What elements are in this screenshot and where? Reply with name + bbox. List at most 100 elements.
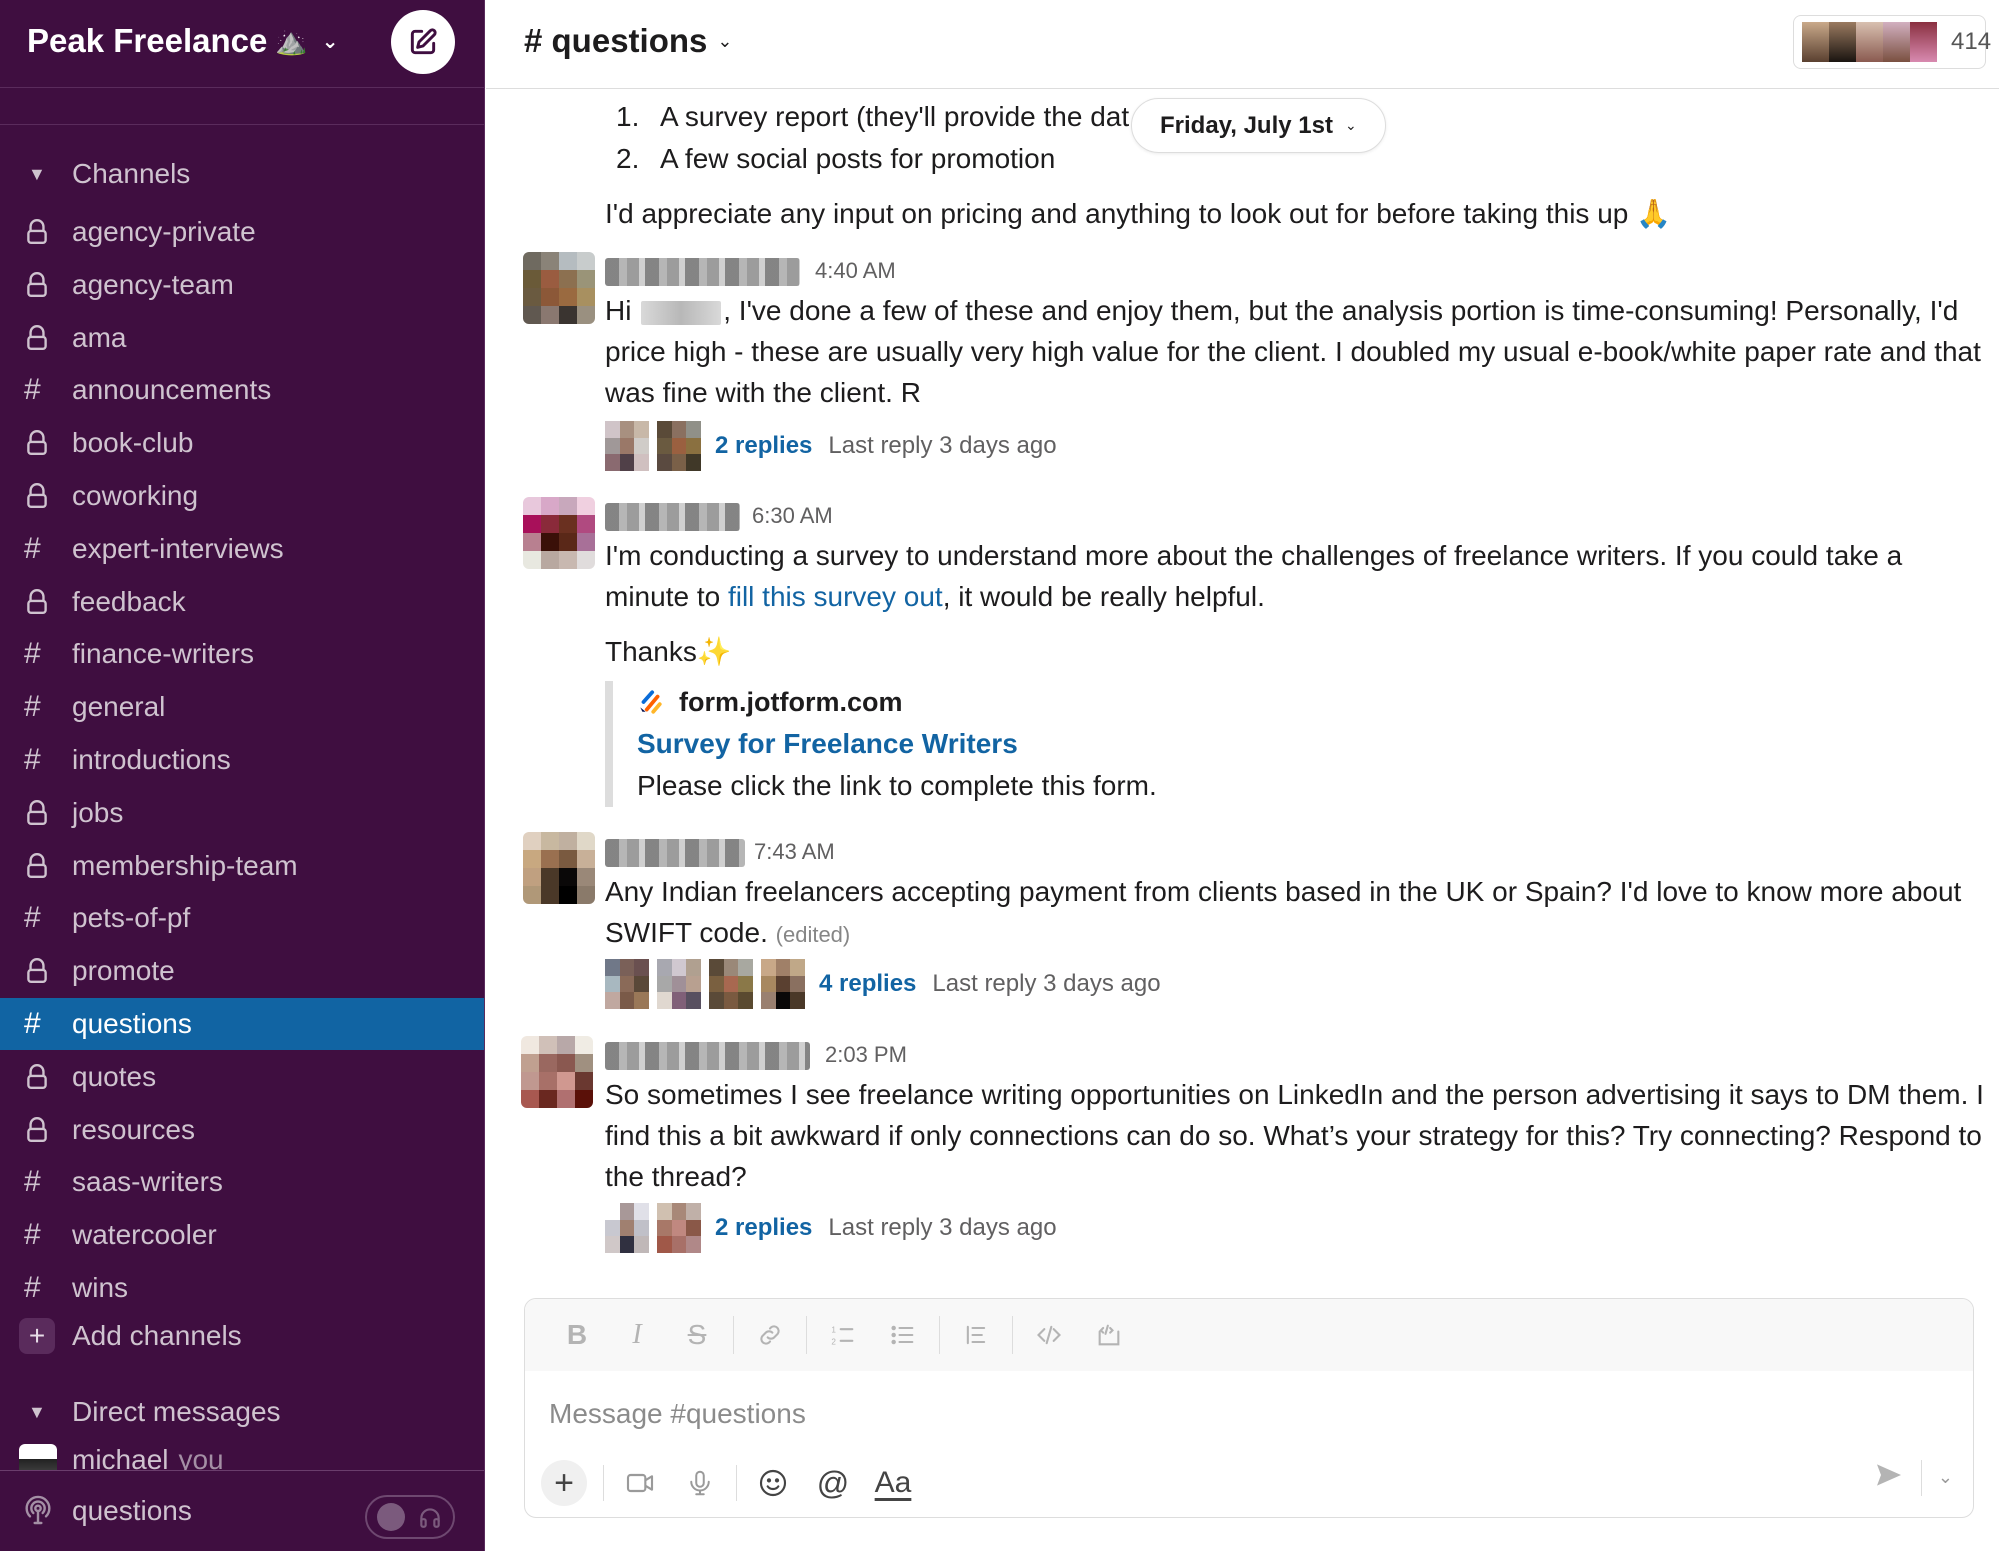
replies-link[interactable]: 2 replies [715,1214,812,1242]
dm-heading: Direct messages [72,1396,281,1427]
channel-title-button[interactable]: # questions ⌄ [524,22,732,60]
sidebar-item-pets-of-pf[interactable]: # pets-of-pf [0,892,484,944]
sidebar-item-quotes[interactable]: quotes [0,1051,484,1103]
italic-icon[interactable]: I [607,1310,667,1360]
message-author[interactable] [605,1042,810,1070]
formatting-toggle-button[interactable]: Aa [863,1458,923,1508]
sidebar-item-label: book-club [72,427,194,459]
date-divider-button[interactable]: Friday, July 1st ⌄ [1131,98,1386,153]
code-block-icon[interactable] [1079,1310,1139,1360]
sidebar-item-label: feedback [72,585,186,617]
replies-link[interactable]: 2 replies [715,432,812,460]
huddle-broadcast-icon [0,1495,72,1527]
toolbar-divider [736,1465,737,1501]
lock-icon [0,852,72,880]
sidebar-item-agency-team[interactable]: agency-team [0,259,484,311]
thread-summary[interactable]: 2 replies Last reply 3 days ago [605,1203,1057,1253]
huddle-channel-name: questions [72,1495,192,1526]
sidebar-item-general[interactable]: # general [0,681,484,733]
message-author[interactable] [605,258,800,286]
dm-name: michael [72,1444,169,1472]
sidebar-item-label: resources [72,1113,195,1145]
thread-summary[interactable]: 4 replies Last reply 3 days ago [605,959,1161,1009]
sidebar-item-coworking[interactable]: coworking [0,470,484,522]
chevron-down-icon: ⌄ [321,30,339,53]
message-text: Hi , I've done a few of these and enjoy … [605,295,1981,408]
sidebar-item-agency-private[interactable]: agency-private [0,206,484,258]
sidebar-item-label: jobs [72,796,124,828]
link-icon[interactable] [740,1310,800,1360]
sidebar-item-resources[interactable]: resources [0,1104,484,1156]
avatar[interactable] [521,1036,593,1108]
blockquote-icon[interactable] [946,1310,1006,1360]
sidebar-item-jobs[interactable]: jobs [0,787,484,839]
message-timestamp[interactable]: 4:40 AM [815,258,896,284]
sidebar-item-watercooler[interactable]: # watercooler [0,1209,484,1261]
emoji-icon[interactable] [743,1458,803,1508]
mention-icon[interactable]: @ [803,1458,863,1508]
workspace-switcher[interactable]: Peak Freelance ⛰️ ⌄ [27,22,338,60]
thread-summary[interactable]: 2 replies Last reply 3 days ago [605,421,1057,471]
sidebar-item-ama[interactable]: ama [0,312,484,364]
bulleted-list-icon[interactable] [873,1310,933,1360]
message-input[interactable] [549,1392,1949,1436]
sidebar-item-label: wins [72,1272,129,1303]
strikethrough-icon[interactable]: S [667,1310,727,1360]
huddle-toggle[interactable] [365,1495,455,1539]
avatar[interactable] [523,252,595,324]
reply-avatar [605,1203,649,1253]
send-button[interactable] [1873,1459,1905,1496]
message-timestamp[interactable]: 2:03 PM [825,1042,907,1068]
sidebar-item-finance-writers[interactable]: # finance-writers [0,628,484,680]
hash-icon: # [24,1165,41,1199]
date-label: Friday, July 1st [1160,111,1333,139]
sidebar-item-expert-interviews[interactable]: # expert-interviews [0,523,484,575]
message-author[interactable] [605,839,745,867]
avatar [19,1444,57,1472]
message-timestamp[interactable]: 6:30 AM [752,503,833,529]
message-text: I'm conducting a survey to understand mo… [605,540,1903,612]
sidebar-item-wins[interactable]: # wins [0,1262,484,1314]
message-author[interactable] [605,503,740,531]
sidebar-item-feedback[interactable]: feedback [0,576,484,628]
compose-button[interactable] [391,10,455,74]
message-timestamp[interactable]: 7:43 AM [754,839,835,865]
lock-icon [0,1063,72,1091]
sidebar-item-questions[interactable]: # questions [0,998,484,1050]
members-button[interactable]: 414 [1793,15,1991,69]
avatar[interactable] [523,497,595,569]
sidebar-item-membership-team[interactable]: membership-team [0,840,484,892]
sidebar-item-introductions[interactable]: # introductions [0,734,484,786]
dm-item-self[interactable]: michael you [0,1444,484,1472]
code-icon[interactable] [1019,1310,1079,1360]
survey-link[interactable]: fill this survey out [728,581,943,612]
channel-title: # questions [524,22,708,59]
ordered-list-icon[interactable]: 12 [813,1310,873,1360]
plus-icon: + [19,1318,55,1354]
send-options-chevron-icon[interactable]: ⌄ [1938,1467,1953,1488]
hash-icon: # [24,690,41,724]
sidebar-item-saas-writers[interactable]: # saas-writers [0,1156,484,1208]
lock-icon [0,429,72,457]
sidebar-item-announcements[interactable]: # announcements [0,364,484,416]
hash-icon: # [24,531,41,565]
video-clip-icon[interactable] [610,1458,670,1508]
message-list[interactable]: Friday, July 1st ⌄ 1. A survey report (th… [486,89,1999,1299]
composer-tools: + @ Aa [539,1456,923,1510]
attach-plus-button[interactable]: + [541,1460,587,1506]
preview-title-link[interactable]: Survey for Freelance Writers [637,723,1505,765]
last-reply: Last reply 3 days ago [828,1214,1057,1241]
sidebar-item-promote[interactable]: promote [0,945,484,997]
lock-icon [0,588,72,616]
avatar[interactable] [523,832,595,904]
sidebar-item-book-club[interactable]: book-club [0,417,484,469]
link-preview[interactable]: form.jotform.com Survey for Freelance Wr… [605,681,1505,807]
microphone-icon[interactable] [670,1458,730,1508]
bold-icon[interactable]: B [547,1310,607,1360]
add-channels-button[interactable]: + Add channels [0,1310,484,1362]
replies-link[interactable]: 4 replies [819,970,916,998]
sidebar-item-label: introductions [72,744,231,775]
dm-section-toggle[interactable]: ▼ Direct messages [0,1388,484,1436]
channels-section-toggle[interactable]: ▼ Channels [0,150,484,198]
compose-icon [410,28,437,55]
